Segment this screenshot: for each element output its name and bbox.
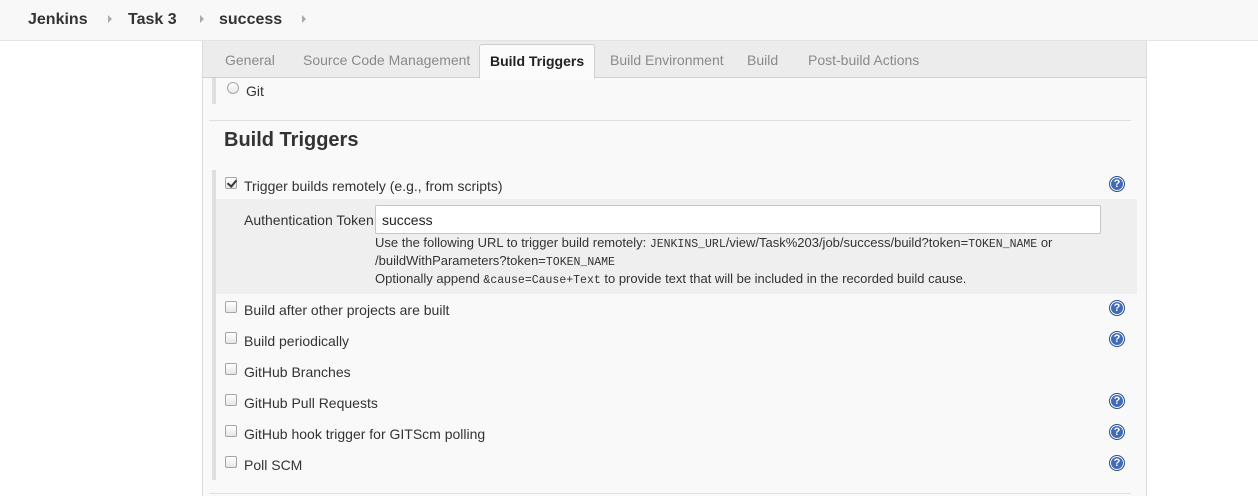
build-after-other-projects-checkbox[interactable] [225,301,237,313]
trigger-remote-checkbox[interactable] [225,177,237,189]
github-branches-label[interactable]: GitHub Branches [244,364,351,380]
tab-source-code-management[interactable]: Source Code Management [303,41,470,78]
github-pull-requests-checkbox[interactable] [225,394,237,406]
poll-scm-label[interactable]: Poll SCM [244,457,302,473]
desc-code: JENKINS_URL [649,238,726,251]
breadcrumb-success[interactable]: success [219,10,282,30]
remote-trigger-help-line-2: /buildWithParameters?token=TOKEN_NAME [375,252,615,272]
desc-text: Use the following URL to trigger build r… [375,235,650,250]
section-title: Build Triggers [224,129,359,151]
config-tab-bar: General Source Code Management Build Tri… [203,41,1146,79]
desc-text: /view/Task%203/job/success/build?token= [725,235,969,250]
breadcrumb-arrow-icon[interactable] [200,15,204,23]
tab-build[interactable]: Build [747,41,778,78]
help-icon[interactable]: ? [1109,455,1125,471]
remote-trigger-help-line-3: Optionally append &cause=Cause+Text to p… [375,270,966,290]
section-indent-bar [212,78,216,104]
breadcrumb-task-3[interactable]: Task 3 [128,10,177,30]
remote-trigger-help-line-1: Use the following URL to trigger build r… [375,234,1052,254]
trigger-remote-label[interactable]: Trigger builds remotely (e.g., from scri… [244,178,503,194]
help-icon[interactable]: ? [1109,331,1125,347]
help-icon[interactable]: ? [1109,424,1125,440]
github-hook-trigger-checkbox[interactable] [225,425,237,437]
desc-text: /buildWithParameters?token= [375,253,546,268]
breadcrumb: Jenkins Task 3 success [0,0,1258,41]
breadcrumb-arrow-icon[interactable] [108,15,112,23]
help-icon[interactable]: ? [1109,176,1125,192]
breadcrumb-jenkins[interactable]: Jenkins [28,10,88,30]
build-periodically-checkbox[interactable] [225,332,237,344]
tab-general[interactable]: General [225,41,275,78]
desc-text: or [1037,235,1053,250]
github-pull-requests-label[interactable]: GitHub Pull Requests [244,395,378,411]
auth-token-input[interactable] [375,205,1101,234]
desc-text: Optionally append [375,271,484,286]
section-divider [209,120,1131,121]
config-panel: General Source Code Management Build Tri… [202,41,1147,496]
section-divider [209,493,1131,494]
desc-code: TOKEN_NAME [545,256,615,269]
git-radio[interactable] [227,82,239,94]
help-icon[interactable]: ? [1109,300,1125,316]
github-branches-checkbox[interactable] [225,363,237,375]
git-radio-label[interactable]: Git [246,83,264,99]
tab-build-triggers[interactable]: Build Triggers [479,44,596,79]
poll-scm-checkbox[interactable] [225,456,237,468]
help-icon[interactable]: ? [1109,393,1125,409]
desc-code: &cause=Cause+Text [483,274,601,287]
github-hook-trigger-label[interactable]: GitHub hook trigger for GITScm polling [244,426,485,442]
breadcrumb-arrow-icon[interactable] [302,15,306,23]
tab-post-build-actions[interactable]: Post-build Actions [808,41,919,78]
tab-build-environment[interactable]: Build Environment [610,41,724,78]
desc-text: to provide text that will be included in… [600,271,967,286]
auth-token-label: Authentication Token [244,212,374,228]
desc-code: TOKEN_NAME [968,238,1038,251]
build-after-other-projects-label[interactable]: Build after other projects are built [244,302,449,318]
build-periodically-label[interactable]: Build periodically [244,333,349,349]
